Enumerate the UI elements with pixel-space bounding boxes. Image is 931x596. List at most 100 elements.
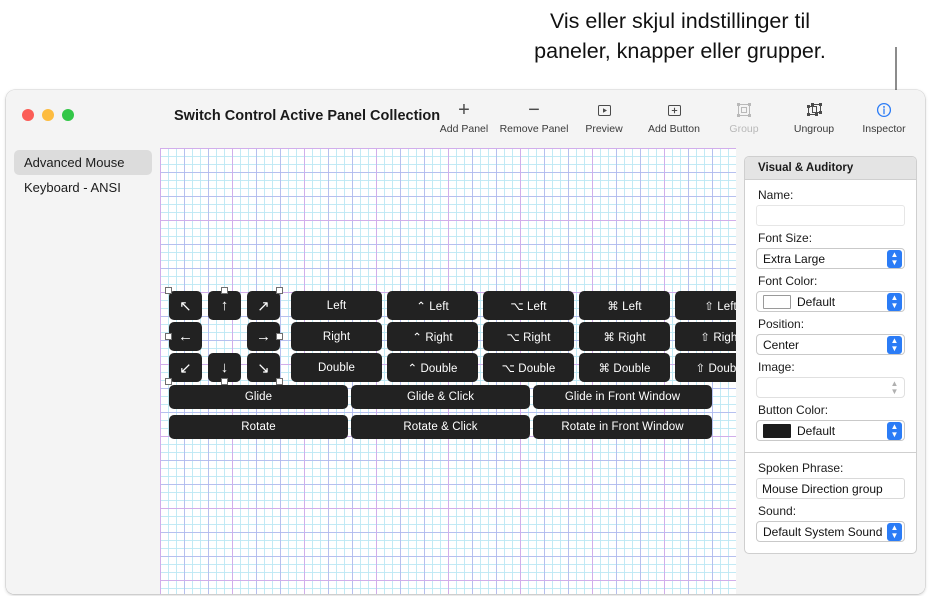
arrow-up-icon: ↑	[220, 297, 229, 314]
ungroup-icon	[779, 100, 849, 120]
toolbar-add-button[interactable]: Add Button	[639, 96, 709, 135]
inspector-section-title: Visual & Auditory	[745, 157, 916, 180]
sidebar-item-keyboard-ansi[interactable]: Keyboard - ANSI	[14, 175, 152, 200]
button-label: ⇧ Left	[704, 300, 736, 313]
chevron-updown-icon: ▲ ▼	[887, 335, 902, 354]
selection-handle-middle-left[interactable]	[165, 332, 172, 340]
toolbar-inspector[interactable]: Inspector	[849, 96, 919, 135]
selection-handle-bottom-left[interactable]	[165, 378, 172, 385]
sound-select[interactable]: Default System Sound ▲ ▼	[756, 521, 905, 542]
toolbar-preview-label: Preview	[585, 123, 623, 135]
font-color-select[interactable]: Default ▲ ▼	[756, 291, 905, 312]
button-label: Glide	[244, 391, 273, 403]
app-window: Switch Control Active Panel Collection +…	[6, 90, 925, 594]
selection-handle-bottom-center[interactable]	[220, 378, 228, 385]
position-value: Center	[763, 337, 800, 352]
button-label: ⌃ Double	[407, 362, 458, 375]
chevron-updown-icon: ▲ ▼	[887, 249, 902, 268]
button-option-right[interactable]: ⌥ Right	[483, 322, 574, 351]
button-ctrl-right[interactable]: ⌃ Right	[387, 322, 478, 351]
button-arrow-up-left[interactable]: ↖	[169, 291, 202, 320]
font-size-select[interactable]: Extra Large ▲ ▼	[756, 248, 905, 269]
arrow-down-icon: ↓	[220, 359, 229, 376]
selection-handle-bottom-right[interactable]	[276, 378, 283, 385]
spoken-phrase-label: Spoken Phrase:	[758, 461, 844, 475]
button-arrow-up[interactable]: ↑	[208, 291, 241, 320]
button-command-left[interactable]: ⌘ Left	[579, 291, 670, 320]
panel-canvas[interactable]: ↖ ↑ ↗ ← → ↙ ↓ ↘ Left ⌃ Left ⌥ Left ⌘ Lef…	[160, 148, 736, 594]
button-shift-double[interactable]: ⇧ Double	[675, 353, 736, 382]
button-label: Glide & Click	[406, 391, 475, 403]
button-shift-left[interactable]: ⇧ Left	[675, 291, 736, 320]
button-label: Rotate	[241, 421, 276, 433]
position-select[interactable]: Center ▲ ▼	[756, 334, 905, 355]
selection-handle-top-right[interactable]	[276, 287, 283, 294]
info-circle-icon	[849, 100, 919, 120]
button-arrow-up-right[interactable]: ↗	[247, 291, 280, 320]
chevron-updown-icon: ▲ ▼	[887, 522, 902, 541]
inspector-panel: Visual & Auditory Name: Font Size: Extra…	[736, 148, 925, 594]
inspector-auditory-section: Spoken Phrase: Mouse Direction group Sou…	[745, 452, 916, 553]
image-select[interactable]: ▲ ▼	[756, 377, 905, 398]
toolbar-remove-panel[interactable]: − Remove Panel	[499, 96, 569, 135]
arrow-down-left-icon: ↙	[179, 359, 192, 377]
minimize-button[interactable]	[42, 109, 54, 121]
font-size-value: Extra Large	[763, 251, 826, 266]
button-glide-and-click[interactable]: Glide & Click	[351, 385, 530, 409]
minus-icon: −	[528, 99, 540, 121]
button-left[interactable]: Left	[291, 291, 382, 320]
position-label: Position:	[758, 317, 805, 331]
toolbar-remove-panel-label: Remove Panel	[499, 123, 569, 135]
button-color-select[interactable]: Default ▲ ▼	[756, 420, 905, 441]
inspector-visual-section: Name: Font Size: Extra Large ▲ ▼ Font Col…	[745, 180, 916, 452]
button-shift-right[interactable]: ⇧ Right	[675, 322, 736, 351]
button-double[interactable]: Double	[291, 353, 382, 382]
font-color-value: Default	[797, 294, 836, 309]
selection-handle-top-left[interactable]	[165, 287, 172, 294]
sidebar-item-advanced-mouse[interactable]: Advanced Mouse	[14, 150, 152, 175]
button-right[interactable]: Right	[291, 322, 382, 351]
button-label: Rotate in Front Window	[561, 421, 684, 433]
name-label: Name:	[758, 188, 794, 202]
button-glide[interactable]: Glide	[169, 385, 348, 409]
toolbar-ungroup[interactable]: Ungroup	[779, 96, 849, 135]
button-rotate[interactable]: Rotate	[169, 415, 348, 439]
arrow-down-right-icon: ↘	[257, 359, 270, 377]
font-color-swatch	[763, 294, 791, 309]
spoken-phrase-input[interactable]: Mouse Direction group	[756, 478, 905, 499]
maximize-button[interactable]	[62, 109, 74, 121]
toolbar-preview[interactable]: Preview	[569, 96, 639, 135]
button-option-left[interactable]: ⌥ Left	[483, 291, 574, 320]
spoken-phrase-value: Mouse Direction group	[762, 481, 883, 496]
button-command-double[interactable]: ⌘ Double	[579, 353, 670, 382]
close-button[interactable]	[22, 109, 34, 121]
button-ctrl-left[interactable]: ⌃ Left	[387, 291, 478, 320]
button-label: ⌃ Left	[416, 300, 449, 313]
button-rotate-and-click[interactable]: Rotate & Click	[351, 415, 530, 439]
button-label: Rotate & Click	[403, 421, 478, 433]
toolbar-group[interactable]: Group	[709, 96, 779, 135]
button-command-right[interactable]: ⌘ Right	[579, 322, 670, 351]
toolbar-group-label: Group	[729, 123, 759, 135]
button-glide-in-front-window[interactable]: Glide in Front Window	[533, 385, 712, 409]
window-titlebar: Switch Control Active Panel Collection +…	[6, 90, 925, 148]
button-color-label: Button Color:	[758, 403, 829, 417]
button-label: Glide in Front Window	[564, 391, 681, 403]
button-rotate-in-front-window[interactable]: Rotate in Front Window	[533, 415, 712, 439]
button-label: Double	[317, 361, 356, 374]
button-arrow-left[interactable]: ←	[169, 322, 202, 351]
selection-handle-middle-right[interactable]	[276, 332, 283, 340]
button-option-double[interactable]: ⌥ Double	[483, 353, 574, 382]
toolbar-add-panel-label: Add Panel	[439, 123, 489, 135]
button-label: ⌥ Right	[506, 331, 551, 344]
name-input[interactable]	[756, 205, 905, 226]
arrow-up-left-icon: ↖	[179, 297, 192, 315]
image-label: Image:	[758, 360, 795, 374]
button-arrow-down-left[interactable]: ↙	[169, 353, 202, 382]
button-ctrl-double[interactable]: ⌃ Double	[387, 353, 478, 382]
button-label: ⇧ Double	[695, 362, 736, 375]
chevron-updown-icon: ▲ ▼	[887, 292, 902, 311]
toolbar-add-panel[interactable]: + Add Panel	[429, 96, 499, 135]
button-color-swatch	[763, 423, 791, 438]
selection-handle-top-center[interactable]	[220, 287, 228, 294]
